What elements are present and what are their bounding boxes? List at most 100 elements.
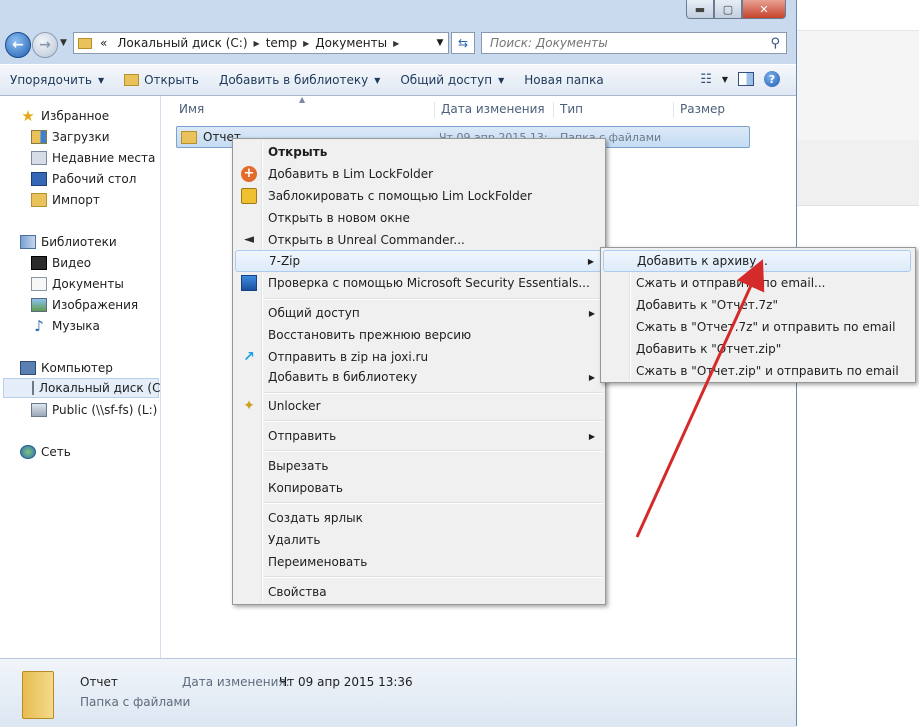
chevron-right-icon[interactable]: ▶	[303, 39, 311, 48]
nav-label: Изображения	[52, 298, 139, 312]
menu-item-add-library[interactable]: Добавить в библиотеку ▶	[235, 366, 603, 388]
refresh-button[interactable]: ⇆	[451, 32, 475, 54]
desktop-icon	[31, 172, 47, 186]
column-type[interactable]: Тип	[553, 102, 583, 118]
nav-network[interactable]: Сеть	[20, 442, 71, 462]
menu-separator	[263, 420, 603, 422]
column-headers: ▲ Имя Дата изменения Тип Размер	[161, 95, 796, 122]
menu-item-compress-7z-email[interactable]: Сжать в "Отчет.7z" и отправить по email	[603, 316, 911, 338]
menu-item-send-to[interactable]: Отправить ▶	[235, 425, 603, 447]
folder-icon	[31, 193, 47, 207]
menu-item-share[interactable]: Общий доступ ▶	[235, 302, 603, 324]
details-date-value: Чт 09 апр 2015 13:36	[279, 675, 413, 689]
column-name[interactable]: Имя	[173, 102, 204, 118]
view-options-icon[interactable]: ☷	[700, 72, 712, 87]
new-folder-button[interactable]: Новая папка	[514, 73, 613, 87]
view-controls: ☷ ▼ ?	[700, 71, 780, 87]
share-button[interactable]: Общий доступ ▼	[390, 73, 514, 87]
menu-label: Удалить	[268, 533, 321, 547]
nav-favorites[interactable]: ★ Избранное	[20, 106, 109, 126]
menu-item-properties[interactable]: Свойства	[235, 581, 603, 603]
menu-item-compress-email[interactable]: Сжать и отправить по email...	[603, 272, 911, 294]
menu-item-unreal[interactable]: ◄ Открыть в Unreal Commander...	[235, 229, 603, 251]
menu-item-shortcut[interactable]: Создать ярлык	[235, 507, 603, 529]
nav-recent[interactable]: Недавние места	[31, 148, 155, 168]
menu-item-mse[interactable]: Проверка с помощью Microsoft Security Es…	[235, 272, 603, 294]
close-button[interactable]: ✕	[742, 0, 786, 19]
menu-item-cut[interactable]: Вырезать	[235, 455, 603, 477]
minimize-button[interactable]: ▬	[686, 0, 714, 19]
menu-item-unlocker[interactable]: ✦ Unlocker	[235, 395, 603, 417]
search-icon[interactable]: ⚲	[770, 36, 780, 51]
menu-item-restore[interactable]: Восстановить прежнюю версию	[235, 324, 603, 346]
forward-button[interactable]: →	[32, 32, 58, 58]
lock-icon	[241, 188, 257, 204]
column-date[interactable]: Дата изменения	[434, 102, 545, 118]
nav-public[interactable]: Public (\\sf-fs) (L:)	[31, 400, 157, 420]
menu-item-lim-add[interactable]: + Добавить в Lim LockFolder	[235, 163, 603, 185]
open-button[interactable]: Открыть	[114, 73, 209, 87]
column-size[interactable]: Размер	[673, 102, 725, 118]
back-button[interactable]: ←	[5, 32, 31, 58]
help-icon[interactable]: ?	[764, 71, 780, 87]
new-folder-label: Новая папка	[524, 73, 604, 87]
menu-label: Создать ярлык	[268, 511, 363, 525]
search-box[interactable]: ⚲	[481, 32, 787, 54]
maximize-button[interactable]: ▢	[714, 0, 742, 19]
menu-item-joxi[interactable]: ↗ Отправить в zip на joxi.ru	[235, 346, 603, 368]
nav-images[interactable]: Изображения	[31, 295, 138, 315]
menu-item-add-zip[interactable]: Добавить к "Отчет.zip"	[603, 338, 911, 360]
window-controls: ▬ ▢ ✕	[686, 0, 786, 19]
menu-label: Восстановить прежнюю версию	[268, 328, 472, 342]
menu-label: Добавить к архиву...	[637, 254, 768, 268]
nav-libraries[interactable]: Библиотеки	[20, 232, 117, 252]
nav-desktop[interactable]: Рабочий стол	[31, 169, 136, 189]
address-bar[interactable]: « Локальный диск (C:) ▶ temp ▶ Документы…	[73, 32, 449, 54]
nav-music[interactable]: ♪ Музыка	[31, 316, 100, 336]
menu-item-7zip[interactable]: 7-Zip ▶	[235, 250, 603, 272]
details-type: Папка с файлами	[80, 695, 191, 709]
refresh-icon: ⇆	[457, 36, 469, 50]
details-date-label: Дата изменения:	[182, 675, 290, 689]
network-drive-icon	[31, 403, 47, 417]
organize-button[interactable]: Упорядочить ▼	[0, 73, 114, 87]
recent-pages-dropdown[interactable]: ▼	[60, 38, 67, 48]
menu-item-delete[interactable]: Удалить	[235, 529, 603, 551]
images-icon	[31, 298, 47, 312]
nav-documents[interactable]: Документы	[31, 274, 124, 294]
chevron-right-icon[interactable]: ▶	[254, 39, 262, 48]
search-input[interactable]	[488, 35, 762, 51]
nav-label: Видео	[52, 256, 92, 270]
menu-item-add-archive[interactable]: Добавить к архиву...	[603, 250, 911, 272]
address-dropdown[interactable]: ▼	[432, 38, 448, 48]
nav-local-disk[interactable]: Локальный диск (C	[3, 378, 160, 398]
chevron-down-icon[interactable]: ▼	[722, 75, 728, 84]
address-overflow[interactable]: «	[96, 36, 113, 50]
submenu-arrow-icon: ▶	[588, 431, 595, 441]
menu-item-open[interactable]: Открыть	[235, 141, 603, 163]
breadcrumb-temp[interactable]: temp	[262, 36, 303, 50]
nav-label: Музыка	[52, 319, 100, 333]
breadcrumb-documents[interactable]: Документы	[311, 36, 393, 50]
chevron-right-icon[interactable]: ▶	[393, 39, 401, 48]
preview-pane-icon[interactable]	[738, 72, 754, 86]
add-to-library-button[interactable]: Добавить в библиотеку ▼	[209, 73, 390, 87]
menu-label: Добавить к "Отчет.7z"	[636, 298, 778, 312]
nav-import[interactable]: Импорт	[31, 190, 100, 210]
menu-item-copy[interactable]: Копировать	[235, 477, 603, 499]
nav-downloads[interactable]: Загрузки	[31, 127, 110, 147]
menu-item-add-7z[interactable]: Добавить к "Отчет.7z"	[603, 294, 911, 316]
menu-label: Отправить в zip на joxi.ru	[268, 350, 429, 364]
open-label: Открыть	[144, 73, 199, 87]
nav-computer[interactable]: Компьютер	[20, 358, 113, 378]
breadcrumb-local-disk[interactable]: Локальный диск (C:)	[113, 36, 253, 50]
computer-icon	[20, 361, 36, 375]
menu-item-lim-lock[interactable]: Заблокировать с помощью Lim LockFolder	[235, 185, 603, 207]
plus-circle-icon: +	[241, 166, 257, 182]
menu-item-compress-zip-email[interactable]: Сжать в "Отчет.zip" и отправить по email	[603, 360, 911, 382]
menu-item-open-new-window[interactable]: Открыть в новом окне	[235, 207, 603, 229]
network-icon	[20, 445, 36, 459]
menu-item-rename[interactable]: Переименовать	[235, 551, 603, 573]
nav-video[interactable]: Видео	[31, 253, 91, 273]
arrow-left-icon: ←	[12, 37, 24, 53]
